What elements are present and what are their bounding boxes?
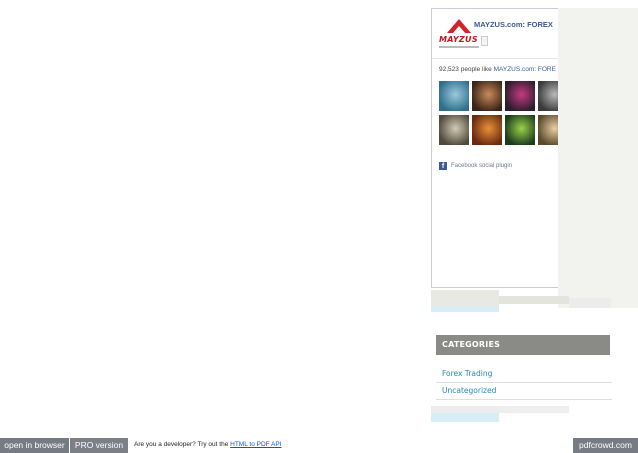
plugin-footer[interactable]: f Facebook social plugin	[439, 157, 513, 170]
likes-text: people like	[460, 66, 492, 73]
decor-band	[431, 290, 499, 306]
decor-band	[431, 406, 499, 413]
facebook-box-header: MAYZUS MAYZUS.com: FOREX	[432, 9, 560, 59]
category-divider	[436, 399, 612, 400]
category-divider	[436, 382, 612, 383]
decor-band	[499, 406, 569, 413]
face-1-avatar[interactable]	[439, 81, 469, 111]
decor-band	[569, 298, 611, 308]
facebook-like-box: MAYZUS MAYZUS.com: FOREX 92,523 people l…	[431, 8, 561, 288]
category-link-uncategorized[interactable]: Uncategorized	[442, 386, 496, 395]
developer-promo: Are you a developer? Try out the HTML to…	[134, 441, 282, 448]
like-button-icon[interactable]	[481, 36, 488, 46]
promo-text: Are you a developer? Try out the	[134, 441, 229, 448]
page-title-link[interactable]: MAYZUS.com: FOREX	[474, 20, 553, 29]
likes-summary: 92,523 people like MAYZUS.com: FORE	[439, 66, 556, 73]
decor-band	[499, 296, 569, 304]
face-3-avatar[interactable]	[505, 81, 535, 111]
right-edge-strip	[558, 8, 638, 308]
face-6-avatar[interactable]	[472, 115, 502, 145]
face-7-avatar[interactable]	[505, 115, 535, 145]
open-in-browser-button[interactable]: open in browser	[0, 438, 69, 453]
likes-page-link[interactable]: MAYZUS.com: FORE	[494, 66, 556, 73]
categories-title: CATEGORIES	[442, 340, 501, 349]
decor-band	[431, 306, 499, 312]
decor-band	[431, 413, 499, 422]
pro-version-button[interactable]: PRO version	[70, 438, 128, 453]
likes-count: 92,523	[439, 66, 459, 73]
pdfcrowd-link-button[interactable]: pdfcrowd.com	[573, 438, 638, 453]
plugin-label: Facebook social plugin	[451, 162, 513, 169]
face-2-avatar[interactable]	[472, 81, 502, 111]
category-link-forex-trading[interactable]: Forex Trading	[442, 369, 492, 378]
facebook-icon: f	[439, 161, 447, 170]
face-5-avatar[interactable]	[439, 115, 469, 145]
logo-word: MAYZUS	[439, 35, 478, 44]
html-to-pdf-api-link[interactable]: HTML to PDF API	[230, 441, 281, 448]
